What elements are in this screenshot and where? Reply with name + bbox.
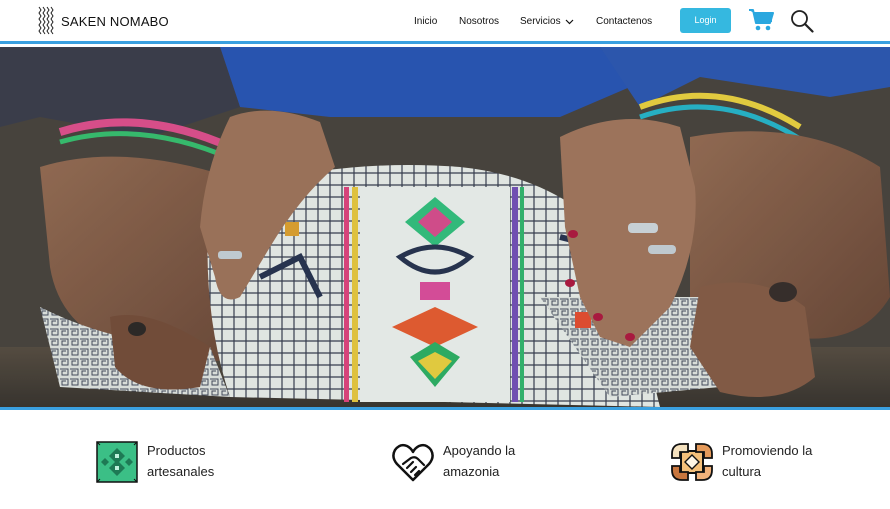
feature-apoyando: Apoyando la amazonia	[391, 440, 553, 490]
hands-and-embroidered-textile-photo	[0, 47, 890, 407]
hands-circle-icon	[671, 443, 713, 481]
feature-productos-line1: Productos	[147, 443, 206, 458]
feature-promoviendo-line2: cultura	[722, 464, 762, 479]
feature-apoyando-text: Apoyando la amazonia	[443, 440, 553, 482]
feature-apoyando-line1: Apoyando la	[443, 443, 516, 458]
feature-promoviendo-text: Promoviendo la cultura	[722, 440, 832, 482]
features-section: Productos artesanales Apoyando la amazon…	[0, 413, 890, 509]
heart-handshake-icon	[392, 443, 434, 482]
login-button[interactable]: Login	[680, 8, 731, 33]
nav-item-inicio[interactable]: Inicio	[414, 13, 437, 31]
feature-productos-line2: artesanales	[147, 464, 215, 479]
shopping-cart-icon[interactable]	[748, 8, 775, 32]
site-header: SAKEN NOMABO Inicio Nosotros Servicios C…	[0, 0, 890, 44]
nav-item-servicios-label: Servicios	[520, 16, 561, 27]
hero-image	[0, 47, 890, 410]
textile-pattern-icon	[96, 441, 138, 483]
feature-productos-text: Productos artesanales	[147, 440, 257, 482]
feature-productos: Productos artesanales	[95, 440, 257, 490]
feature-apoyando-line2: amazonia	[443, 464, 500, 479]
nav-item-servicios[interactable]: Servicios	[520, 13, 574, 31]
nav-item-contactenos[interactable]: Contactenos	[596, 13, 652, 31]
feature-promoviendo: Promoviendo la cultura	[670, 440, 832, 490]
chevron-down-icon	[565, 19, 574, 25]
search-icon[interactable]	[790, 9, 814, 33]
feature-promoviendo-line1: Promoviendo la	[722, 443, 813, 458]
nav-item-nosotros[interactable]: Nosotros	[459, 13, 499, 31]
